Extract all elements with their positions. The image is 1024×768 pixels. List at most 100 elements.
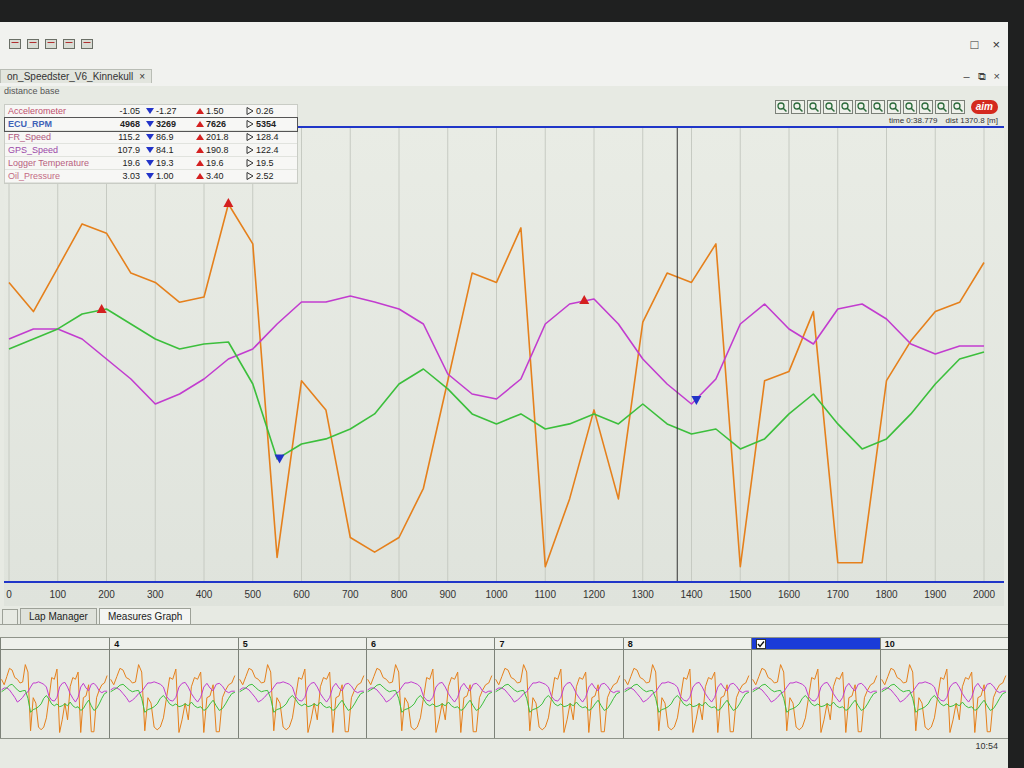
lap-series-line	[111, 682, 235, 702]
grid-line	[984, 128, 985, 581]
chart-icon[interactable]	[903, 100, 917, 114]
max-icon	[196, 107, 204, 115]
lap-cell[interactable]: 7	[494, 638, 622, 738]
extreme-marker	[97, 304, 107, 313]
lap-cell[interactable]: 10	[880, 638, 1008, 738]
lap-series-line	[753, 682, 877, 702]
open-icon[interactable]	[8, 37, 22, 51]
lap-series-line	[2, 684, 108, 712]
app-toolbar	[8, 37, 94, 51]
max-icon	[196, 172, 204, 180]
window-controls: □×	[971, 37, 1000, 52]
document-tab[interactable]: on_Speedster_V6_Kinnekull×	[0, 69, 152, 83]
table-icon[interactable]	[887, 100, 901, 114]
tab-stub[interactable]	[2, 609, 18, 624]
analysis-icon[interactable]	[62, 37, 76, 51]
document-control-button[interactable]: ×	[994, 70, 1000, 83]
checkbox-icon[interactable]	[756, 639, 766, 649]
lap-header: 6	[367, 638, 494, 650]
grid-line	[886, 128, 887, 581]
channel-min: -1.27	[143, 106, 193, 116]
list-icon[interactable]	[919, 100, 933, 114]
view-tab[interactable]: Measures Graph	[99, 608, 191, 624]
zoom-out-icon[interactable]	[791, 100, 805, 114]
lap-number: 10	[885, 639, 895, 649]
lap-series-line	[881, 684, 1005, 712]
lap-series-line	[624, 665, 748, 733]
lap-cell[interactable]: 8	[623, 638, 751, 738]
extreme-marker	[691, 396, 701, 405]
x-tick-label: 500	[244, 589, 261, 600]
x-tick-label: 100	[49, 589, 66, 600]
channel-name: Logger Temperature	[5, 158, 105, 168]
zoom-in-icon[interactable]	[775, 100, 789, 114]
series-line	[9, 309, 984, 459]
lap-cell[interactable]	[751, 638, 879, 738]
channel-max: 1.50	[193, 106, 243, 116]
telemetry-chart[interactable]: 0100200300400500600700800900100011001200…	[4, 126, 1004, 606]
channel-name: ECU_RPM	[5, 119, 105, 129]
lap-series-line	[624, 682, 748, 702]
channel-min: 1.00	[143, 171, 193, 181]
average-icon	[246, 146, 254, 154]
channel-name: GPS_Speed	[5, 145, 105, 155]
extreme-marker	[275, 454, 285, 463]
channel-row[interactable]: Logger Temperature19.619.319.619.5	[5, 157, 297, 170]
view-tab[interactable]: Lap Manager	[20, 608, 97, 624]
max-icon	[196, 146, 204, 154]
config-icon[interactable]	[80, 37, 94, 51]
channel-row[interactable]: FR_Speed115.286.9201.8128.4	[5, 131, 297, 144]
grid-line	[740, 128, 741, 581]
x-tick-label: 2000	[973, 589, 996, 600]
lap-number: 4	[114, 639, 119, 649]
lap-number: 8	[628, 639, 633, 649]
lap-cell[interactable]: 4	[109, 638, 237, 738]
grid-line	[789, 128, 790, 581]
lap-header	[1, 638, 109, 650]
document-control-button[interactable]: –	[963, 70, 969, 83]
lap-mini-chart	[624, 650, 751, 738]
print-icon[interactable]	[44, 37, 58, 51]
lap-series-line	[239, 665, 363, 733]
channel-row[interactable]: Oil_Pressure3.031.003.402.52	[5, 170, 297, 183]
document-control-button[interactable]: ⧉	[978, 70, 986, 83]
channel-row[interactable]: GPS_Speed107.984.1190.8122.4	[5, 144, 297, 157]
channel-row[interactable]: ECU_RPM4968326976265354	[5, 118, 297, 131]
lap-series-line	[496, 665, 620, 733]
x-tick-label: 1400	[680, 589, 703, 600]
document-close-button[interactable]: ×	[139, 71, 145, 82]
window-control-button[interactable]: ×	[992, 37, 1000, 52]
channel-legend: Accelerometer-1.05-1.271.500.26ECU_RPM49…	[4, 104, 298, 184]
lap-series-line	[496, 682, 620, 702]
lap-series-line	[368, 682, 492, 702]
lap-mini-chart	[881, 650, 1008, 738]
lap-series-line	[2, 682, 108, 702]
x-tick-label: 600	[293, 589, 310, 600]
lap-cell[interactable]: 5	[238, 638, 366, 738]
lap-mini-chart	[239, 650, 366, 738]
zoom-fit-icon[interactable]	[807, 100, 821, 114]
channel-row[interactable]: Accelerometer-1.05-1.271.500.26	[5, 105, 297, 118]
x-tick-label: 1800	[875, 589, 898, 600]
channel-min: 19.3	[143, 158, 193, 168]
min-icon	[146, 120, 154, 128]
cursor-readout: time 0:38.779dist 1370.8 [m]	[889, 114, 998, 126]
cursor-icon[interactable]	[871, 100, 885, 114]
series-line	[9, 204, 984, 567]
lap-cell[interactable]	[0, 638, 109, 738]
clock-icon[interactable]	[855, 100, 869, 114]
wrench-icon[interactable]	[951, 100, 965, 114]
save-icon[interactable]	[26, 37, 40, 51]
channel-value: 4968	[105, 119, 143, 129]
zoom-y-icon[interactable]	[839, 100, 853, 114]
grid-line	[155, 128, 156, 581]
channel-value: 19.6	[105, 158, 143, 168]
zoom-x-icon[interactable]	[823, 100, 837, 114]
window-control-button[interactable]: □	[971, 37, 979, 52]
lap-cell[interactable]: 6	[366, 638, 494, 738]
lap-series-line	[753, 684, 877, 712]
layout-icon[interactable]	[935, 100, 949, 114]
time-readout: time 0:38.779	[889, 116, 937, 125]
document-bar: on_Speedster_V6_Kinnekull× –⧉ ×	[0, 66, 1008, 86]
cursor-line[interactable]	[677, 128, 678, 581]
